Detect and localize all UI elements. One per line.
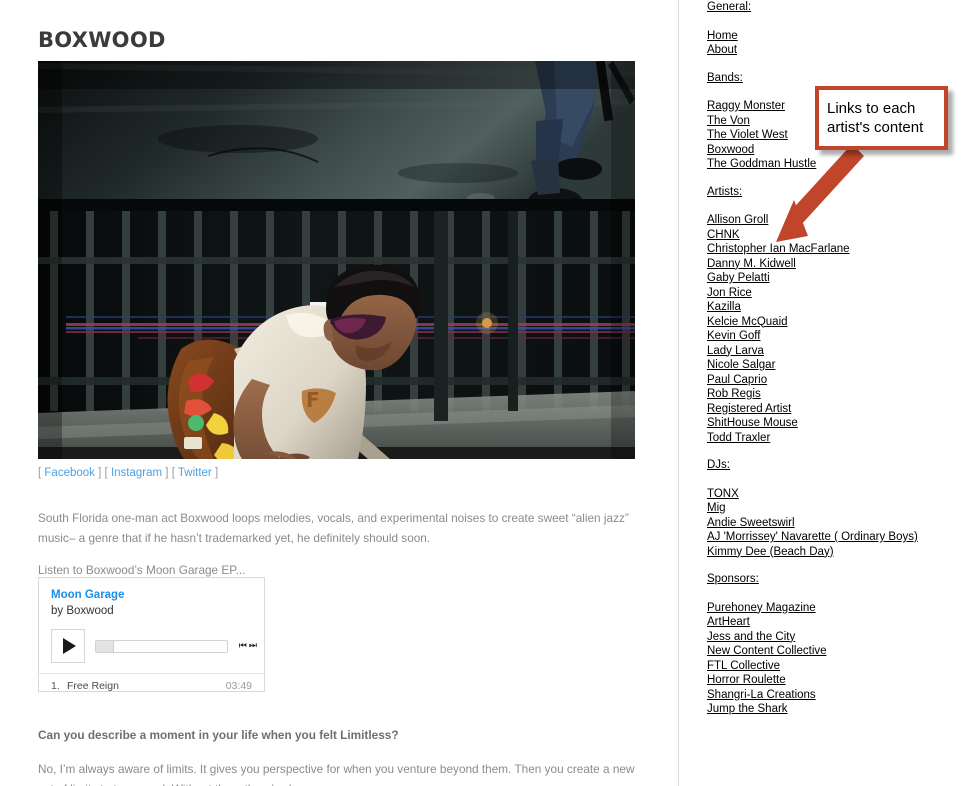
sidebar-item-jump-the-shark[interactable]: Jump the Shark — [707, 703, 788, 715]
interview-answer: No, I’m always aware of limits. It gives… — [38, 761, 635, 786]
progress-slider[interactable] — [95, 639, 228, 653]
play-button[interactable] — [51, 629, 85, 663]
hero-photo: F — [38, 61, 635, 459]
previous-track-icon[interactable]: ⏮ — [239, 641, 247, 651]
sidebar-item-the-von[interactable]: The Von — [707, 115, 750, 127]
column-divider — [678, 0, 679, 786]
sidebar-header-sponsors: Sponsors: — [707, 573, 759, 585]
track-duration: 03:49 — [225, 680, 252, 692]
sidebar-item-about[interactable]: About — [707, 44, 737, 56]
bracket-close-2: ] — [214, 467, 219, 479]
page-title: BOXWOOD — [38, 28, 166, 52]
intro-paragraph: South Florida one-man act Boxwood loops … — [38, 510, 629, 545]
sidebar-item-shangri-la-creations[interactable]: Shangri-La Creations — [707, 689, 816, 701]
player-header: Moon Garage by Boxwood — [39, 578, 264, 619]
interview-question: Can you describe a moment in your life w… — [38, 727, 399, 742]
annotation-callout: Links to each artist's content — [815, 86, 948, 150]
sidebar-section-artists: Artists: Allison Groll CHNK Christopher … — [707, 185, 957, 446]
sidebar-item-paul-caprio[interactable]: Paul Caprio — [707, 374, 767, 386]
social-links: [ Facebook ] [ Instagram ] [ Twitter ] — [38, 465, 218, 481]
main-content: BOXWOOD — [38, 0, 638, 51]
sidebar-section-djs: DJs: TONX Mig Andie Sweetswirl AJ 'Morri… — [707, 458, 957, 559]
sidebar-item-christopher-ian-macfarlane[interactable]: Christopher Ian MacFarlane — [707, 243, 850, 255]
sidebar-item-artheart[interactable]: ArtHeart — [707, 616, 750, 628]
instagram-link[interactable]: Instagram — [111, 467, 162, 479]
bracket-open-2: [ — [171, 467, 175, 479]
sidebar-item-tonx[interactable]: TONX — [707, 488, 739, 500]
sidebar-item-jess-and-the-city[interactable]: Jess and the City — [707, 631, 795, 643]
track-title[interactable]: Free Reign — [67, 680, 226, 691]
next-track-icon[interactable]: ⏭ — [249, 641, 257, 651]
bracket-open-1: [ — [104, 467, 108, 479]
sidebar-section-general: General: Home About — [707, 0, 957, 58]
player-controls: ⏮ ⏭ — [51, 628, 257, 664]
track-number: 1. — [51, 680, 60, 692]
sidebar-item-the-goddman-hustle[interactable]: The Goddman Hustle — [707, 158, 816, 170]
bracket-open-0: [ — [38, 467, 42, 479]
annotation-line-1: Links to each — [827, 100, 916, 117]
sidebar-header-general: General: — [707, 1, 752, 13]
sidebar-item-raggy-monster[interactable]: Raggy Monster — [707, 100, 785, 112]
player-artist-name: by Boxwood — [51, 605, 114, 617]
player-album-title[interactable]: Moon Garage — [51, 588, 252, 602]
sidebar-item-kelcie-mcquaid[interactable]: Kelcie McQuaid — [707, 316, 788, 328]
sidebar-header-bands: Bands: — [707, 71, 743, 84]
sidebar-item-chnk[interactable]: CHNK — [707, 229, 740, 241]
sidebar-header-djs: DJs: — [707, 459, 730, 471]
sidebar-item-horror-roulette[interactable]: Horror Roulette — [707, 674, 786, 686]
sidebar-item-andie-sweetswirl[interactable]: Andie Sweetswirl — [707, 517, 795, 529]
bracket-close-0: ] — [98, 467, 102, 479]
sidebar-item-gaby-pelatti[interactable]: Gaby Pelatti — [707, 272, 770, 284]
sidebar-item-ftl-collective[interactable]: FTL Collective — [707, 660, 780, 672]
sidebar-item-registered-artist[interactable]: Registered Artist — [707, 403, 791, 415]
sidebar-item-boxwood[interactable]: Boxwood — [707, 144, 754, 156]
sidebar-item-the-violet-west[interactable]: The Violet West — [707, 129, 788, 141]
annotation-line-2: artist's content — [827, 119, 924, 136]
sidebar-item-jon-rice[interactable]: Jon Rice — [707, 287, 752, 299]
sidebar-item-allison-groll[interactable]: Allison Groll — [707, 214, 768, 226]
sidebar-item-aj-morrissey-navarette[interactable]: AJ 'Morrissey' Navarette ( Ordinary Boys… — [707, 531, 918, 543]
tracklist: 1. Free Reign 03:49 — [39, 673, 264, 692]
bandcamp-player[interactable]: Moon Garage by Boxwood ⏮ ⏭ 1. Free Reign… — [38, 577, 265, 692]
twitter-link[interactable]: Twitter — [178, 467, 212, 479]
sidebar-item-todd-traxler[interactable]: Todd Traxler — [707, 432, 770, 444]
svg-text:F: F — [306, 388, 320, 412]
sidebar-item-kimmy-dee[interactable]: Kimmy Dee (Beach Day) — [707, 546, 834, 558]
sidebar-item-shithouse-mouse[interactable]: ShitHouse Mouse — [707, 417, 798, 429]
page-root: BOXWOOD F [Facebook] [Instagram] [T… — [0, 0, 969, 786]
sidebar-item-rob-regis[interactable]: Rob Regis — [707, 388, 761, 400]
track-row[interactable]: 1. Free Reign 03:49 — [39, 674, 264, 692]
sidebar-item-home[interactable]: Home — [707, 30, 738, 42]
sidebar-item-purehoney-magazine[interactable]: Purehoney Magazine — [707, 602, 816, 614]
hero-photo-illustration: F — [38, 61, 635, 459]
play-icon — [63, 638, 76, 654]
sidebar-section-sponsors: Sponsors: Purehoney Magazine ArtHeart Je… — [707, 572, 957, 717]
sidebar-item-new-content-collective[interactable]: New Content Collective — [707, 645, 827, 657]
sidebar-item-lady-larva[interactable]: Lady Larva — [707, 345, 764, 357]
facebook-link[interactable]: Facebook — [44, 467, 95, 479]
sidebar-item-nicole-salgar[interactable]: Nicole Salgar — [707, 359, 775, 371]
sidebar-item-kazilla[interactable]: Kazilla — [707, 301, 741, 313]
sidebar-header-artists: Artists: — [707, 185, 743, 198]
progress-handle[interactable] — [96, 640, 114, 652]
sidebar-item-danny-m-kidwell[interactable]: Danny M. Kidwell — [707, 258, 796, 270]
bracket-close-1: ] — [165, 467, 169, 479]
sidebar-item-kevin-goff[interactable]: Kevin Goff — [707, 330, 761, 342]
sidebar-item-mig[interactable]: Mig — [707, 502, 726, 514]
